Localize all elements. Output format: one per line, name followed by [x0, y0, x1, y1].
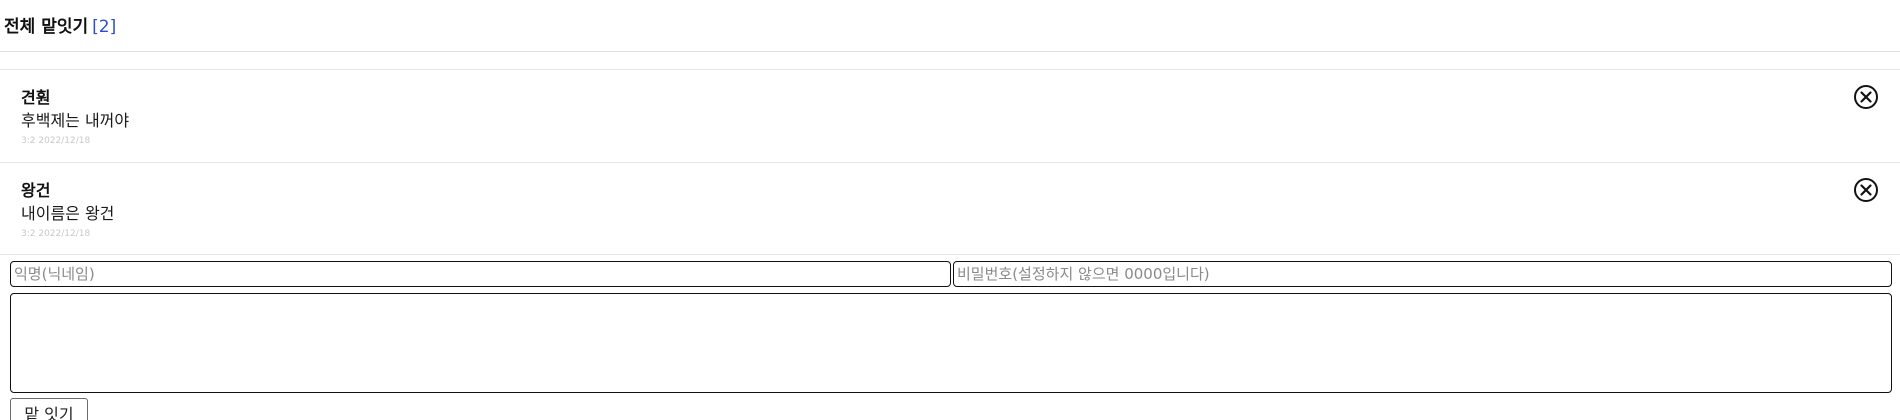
comment-count: [2] [92, 17, 117, 37]
comment-item: 왕건 내이름은 왕건 3:2 2022/12/18 [0, 162, 1900, 254]
comment-list: 견훤 후백제는 내꺼야 3:2 2022/12/18 왕건 내이름은 왕건 3:… [0, 69, 1900, 255]
page-title: 전체 맡잇기 [2] [4, 12, 116, 37]
comment-text: 내이름은 왕건 [21, 204, 115, 223]
submit-comment-button[interactable]: 맡 잇기 [10, 398, 88, 420]
comments-header: 전체 맡잇기 [2] [0, 0, 1900, 52]
comment-item: 견훤 후백제는 내꺼야 3:2 2022/12/18 [0, 70, 1900, 162]
nickname-input[interactable] [10, 261, 951, 287]
comment-textarea[interactable] [10, 293, 1892, 393]
delete-comment-button[interactable] [1853, 84, 1879, 110]
circle-x-icon [1854, 85, 1878, 109]
guestbook-page: 전체 맡잇기 [2] 견훤 후백제는 내꺼야 3:2 2022/12/18 왕건 … [0, 0, 1900, 420]
comment-text: 후백제는 내꺼야 [21, 111, 130, 130]
circle-x-icon [1854, 178, 1878, 202]
password-input[interactable] [953, 261, 1892, 287]
comment-timestamp: 3:2 2022/12/18 [21, 136, 91, 146]
comment-author: 왕건 [21, 181, 51, 200]
comment-timestamp: 3:2 2022/12/18 [21, 229, 91, 239]
page-title-text: 전체 맡잇기 [4, 17, 89, 37]
delete-comment-button[interactable] [1853, 177, 1879, 203]
comment-author: 견훤 [21, 88, 51, 107]
